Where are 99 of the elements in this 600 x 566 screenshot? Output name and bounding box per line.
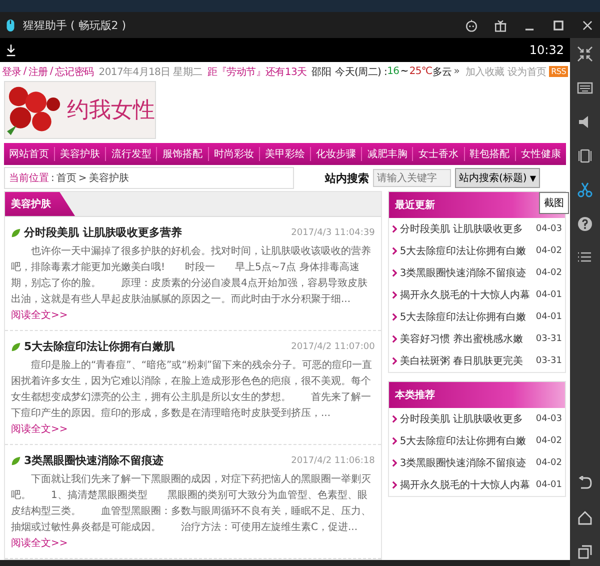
search-field[interactable]: 请输入关键字 (373, 169, 452, 188)
article-summary: 痘印是脸上的“青春痘”、“暗疮”或“粉刺”留下来的残余分子。可恶的痘印一直困扰着许多女生，因为它难以消除，在脸上造成形形色色的疤痕，很不美观。每个女生都想变成梦幻漂亮的公主，拥有公主肌是所以女生的梦想。 首先来了解一下痘印产生的原因。痘印的形成，多数是在清理暗疮时皮肤受到挤压，... 阅读全文>> (11, 358, 374, 437)
read-more-link[interactable]: 阅读全文>> (11, 310, 68, 321)
chevron-icon (392, 247, 397, 255)
phone-shake-icon[interactable] (577, 148, 593, 164)
temp-separator: ~ (400, 66, 408, 78)
chevron-icon (392, 357, 397, 365)
chevron-icon (392, 459, 397, 467)
link-separator: / (23, 66, 26, 78)
recent-apps-icon[interactable] (577, 544, 593, 560)
article-summary: 下面就让我们先来了解一下黑眼圈的成因，对症下药把恼人的黑眼圈一举剿灭吧。 1、搞清楚黑眼圈类型 黑眼圈的类别可大致分为血管型、色素型、眼皮结构型三类。 血管型黑眼圈：多数与眼周循环不良有关，睡眠不足、压力、抽烟或过敏性鼻炎都是可能成因。 治疗方法：可使用左旋维生素C，促进... 阅读全文>> (11, 472, 372, 551)
article-date: 2017/4/2 11:07:00 (291, 342, 375, 352)
nav-link[interactable]: 时尚彩妆 (214, 147, 254, 162)
holiday-countdown: 距『劳动节』还有13天 (207, 66, 307, 79)
account-link[interactable]: 登录 (2, 64, 22, 79)
temp-low: 16 (387, 66, 400, 78)
mouse-icon (6, 18, 15, 32)
side-article-link[interactable]: 5大去除痘印法让你拥有白嫩 (400, 434, 526, 448)
maximize-icon[interactable] (552, 18, 565, 32)
side-article-link[interactable]: 3类黑眼圈快速消除不留痕迹 (400, 456, 526, 470)
breadcrumb-link[interactable]: 首页 (56, 171, 76, 186)
close-icon[interactable] (581, 18, 594, 32)
side-article-date: 04-03 (536, 414, 562, 424)
side-article-date: 04-01 (536, 290, 562, 300)
nav-link[interactable]: 化妆步骤 (316, 147, 356, 162)
collapse-icon[interactable] (577, 46, 593, 62)
panel-header: 本类推荐 (388, 382, 565, 408)
account-link[interactable]: 忘记密码 (54, 64, 94, 79)
clock-time: 10:32 (529, 43, 564, 57)
leaf-icon (11, 342, 21, 352)
breadcrumb-separator: > (78, 172, 87, 184)
city-name: 邵阳 (312, 66, 332, 79)
article-summary: 也许你一天中漏掉了很多护肤的好机会。找对时间，让肌肤吸收该吸收的营养吧，排除毒素才能更加光嫩美白哦! 时段一 早上5点~7点 身体排毒高速期，别忘了你的脸。 原理：皮质素的分泌自凌晨4点开始加强，容易导致皮肤出油，这就是有些人早起皮肤油腻腻的原因之一。而此时由于水分积聚于细... 阅读全文>> (11, 244, 372, 323)
side-article-link[interactable]: 揭开永久脱毛的十大惊人内幕 (400, 288, 530, 302)
screenshot-tooltip: 截图 (539, 192, 569, 214)
chevron-icon (392, 415, 397, 423)
nav-link[interactable]: 女士香水 (418, 147, 458, 162)
side-article-link[interactable]: 分时段美肌 让肌肤吸收更多 (400, 412, 524, 426)
chevron-icon (392, 481, 397, 489)
breadcrumb-separator: : (51, 172, 54, 184)
leaf-icon (11, 456, 21, 466)
gift-icon[interactable] (494, 18, 507, 32)
nav-link[interactable]: 服饰搭配 (162, 147, 203, 162)
side-article-link[interactable]: 5大去除痘印法让你拥有白嫩 (400, 244, 526, 258)
logo-text: 约我女性 (67, 97, 155, 126)
breadcrumb-label: 当前位置 (9, 172, 49, 186)
temp-high: 25℃ (409, 66, 432, 78)
chevron-icon (392, 269, 397, 277)
article-date: 2017/4/2 11:06:18 (291, 456, 375, 466)
read-more-link[interactable]: 阅读全文>> (11, 424, 68, 435)
scissors-icon[interactable] (577, 182, 593, 198)
chevron-icon (392, 225, 397, 233)
side-article-link[interactable]: 5大去除痘印法让你拥有白嫩 (400, 310, 526, 324)
help-icon[interactable] (577, 216, 593, 232)
nav-link[interactable]: 流行发型 (111, 147, 152, 162)
side-article-link[interactable]: 分时段美肌 让肌肤吸收更多 (400, 222, 524, 236)
article-date: 2017/4/3 11:04:39 (291, 228, 375, 238)
keyboard-icon[interactable] (577, 80, 593, 96)
side-article-date: 04-03 (536, 224, 562, 234)
search-label: 站内搜索 (325, 170, 370, 186)
side-article-date: 03-31 (536, 334, 562, 344)
side-article-link[interactable]: 美容好习惯 养出蜜桃感水嫩 (400, 332, 524, 346)
side-article-date: 04-01 (536, 480, 562, 490)
side-article-date: 04-02 (536, 268, 562, 278)
window-title: 猩猩助手 ( 畅玩版2 ) (23, 18, 126, 32)
side-article-date: 03-31 (536, 356, 562, 366)
side-article-date: 04-02 (536, 246, 562, 256)
article-title-link[interactable]: 5大去除痘印法让你拥有白嫩肌 (24, 339, 175, 354)
link-separator: / (50, 66, 53, 78)
side-article-link[interactable]: 揭开永久脱毛的十大惊人内幕 (400, 478, 530, 492)
weather-text: 多云 (432, 66, 452, 79)
robot-icon[interactable] (465, 18, 478, 32)
nav-link[interactable]: 鞋包搭配 (470, 147, 510, 162)
leaf-icon (11, 228, 21, 238)
nav-link[interactable]: 女性健康 (520, 147, 561, 162)
side-article-link[interactable]: 3类黑眼圈快速消除不留痕迹 (400, 266, 526, 280)
nav-link[interactable]: 减肥丰胸 (367, 147, 408, 162)
read-more-link[interactable]: 阅读全文>> (11, 538, 68, 549)
chevron-icon (392, 335, 397, 343)
nav-link[interactable]: 美容护肤 (60, 147, 100, 162)
side-article-link[interactable]: 美白祛斑粥 春日肌肤更完美 (400, 354, 524, 368)
date-text: 2017年4月18日 星期二 (98, 66, 202, 79)
breadcrumb-link[interactable]: 美容护肤 (88, 171, 129, 186)
account-link[interactable]: 注册 (28, 64, 48, 79)
nav-link[interactable]: 美甲彩绘 (264, 147, 305, 162)
weather-day: 今天(周二) : (335, 64, 388, 79)
chevron-icon (392, 437, 397, 445)
home-icon[interactable] (577, 510, 593, 526)
search-scope-select[interactable]: 站内搜索(标题) ▼ (455, 168, 540, 188)
side-article-date: 04-01 (536, 312, 562, 322)
download-icon (6, 44, 16, 56)
chevron-icon (392, 291, 397, 299)
side-article-date: 04-02 (536, 436, 562, 446)
chevron-icon (392, 313, 397, 321)
nav-link[interactable]: 网站首页 (9, 147, 49, 162)
side-article-date: 04-02 (536, 458, 562, 468)
weather-more-link[interactable]: » (454, 66, 460, 78)
article-title-link[interactable]: 3类黑眼圈快速消除不留痕迹 (24, 453, 164, 468)
article-title-link[interactable]: 分时段美肌 让肌肤吸收更多营养 (24, 225, 182, 240)
